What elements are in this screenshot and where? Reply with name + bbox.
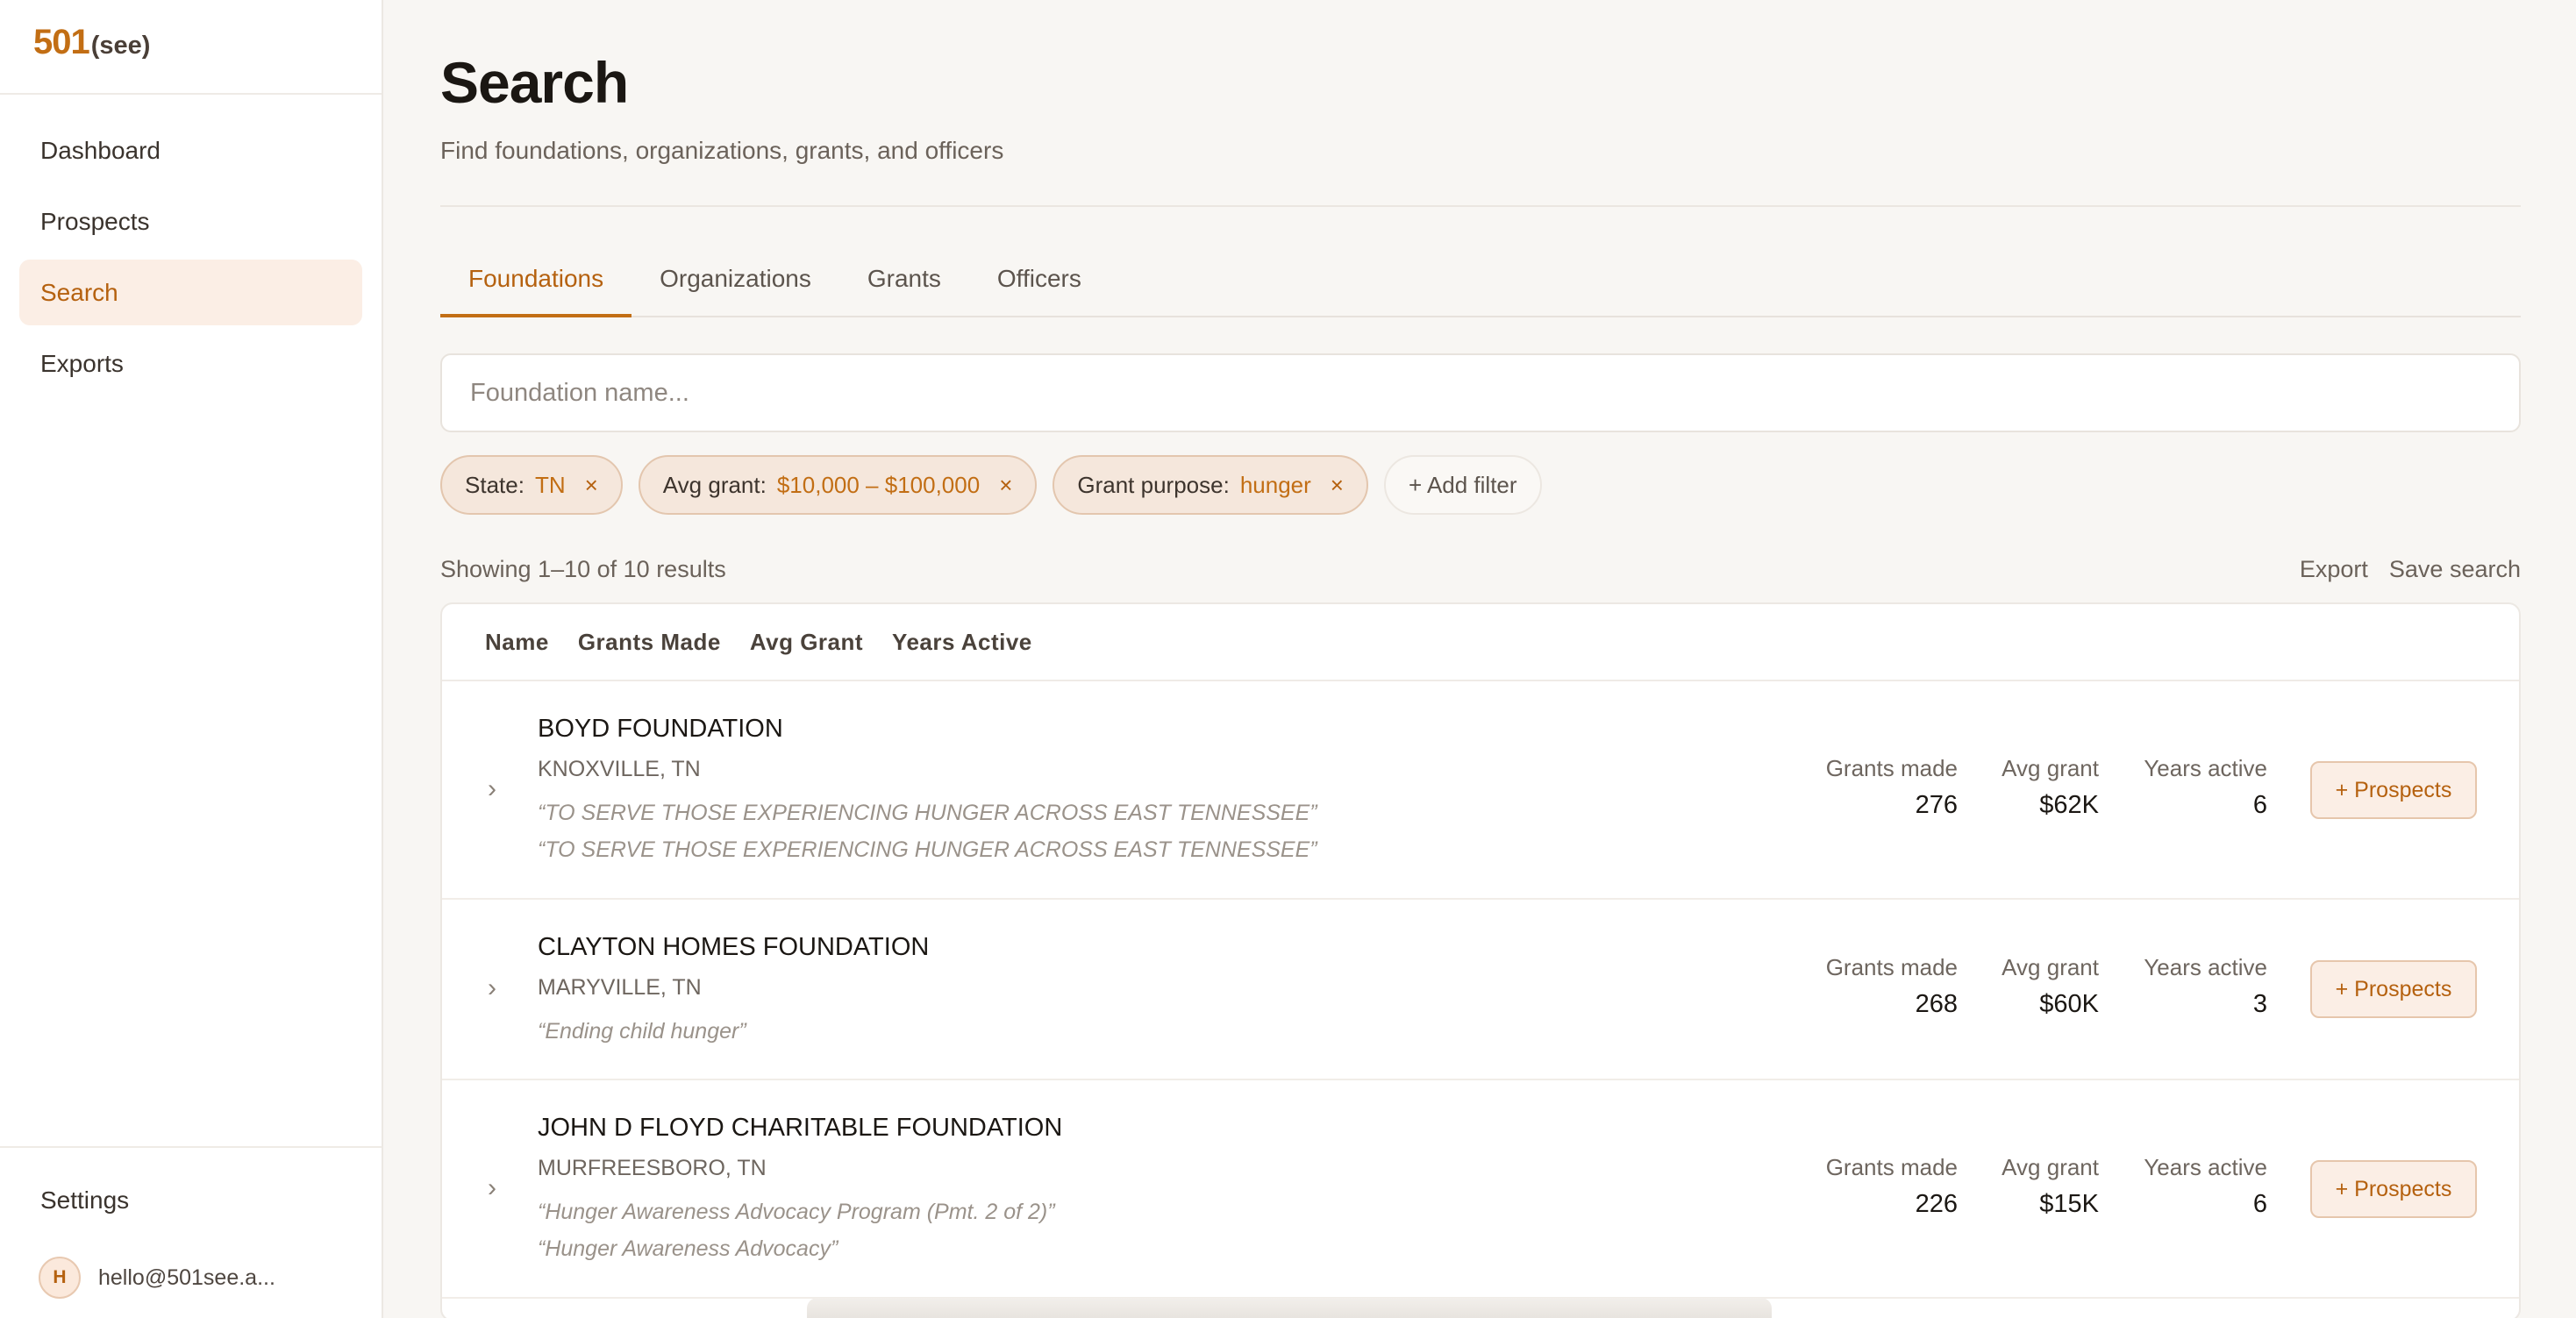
column-header-years-active[interactable]: Years Active bbox=[892, 629, 1032, 656]
tab-organizations[interactable]: Organizations bbox=[632, 253, 839, 316]
result-actions: Export Save search bbox=[2300, 556, 2521, 583]
close-icon[interactable]: × bbox=[999, 472, 1012, 499]
stat-grants-made: Grants made 226 bbox=[1826, 1154, 1958, 1219]
foundation-description: “TO SERVE THOSE EXPERIENCING HUNGER ACRO… bbox=[538, 801, 1317, 825]
column-header-grants-made[interactable]: Grants Made bbox=[578, 629, 721, 656]
tab-grants[interactable]: Grants bbox=[839, 253, 969, 316]
stat-avg-grant: Avg grant $60K bbox=[2002, 954, 2099, 1019]
sidebar-item-exports[interactable]: Exports bbox=[19, 331, 362, 396]
logo-number: 501 bbox=[33, 23, 90, 61]
stat-years-active: Years active 3 bbox=[2144, 954, 2267, 1019]
filter-chip-value: $10,000 – $100,000 bbox=[776, 471, 981, 498]
filter-chip-value: hunger bbox=[1239, 471, 1311, 498]
header-divider bbox=[440, 205, 2521, 207]
page-title: Search bbox=[440, 50, 629, 115]
add-to-prospects-button[interactable]: + Prospects bbox=[2310, 960, 2477, 1018]
table-header: Name Grants Made Avg Grant Years Active bbox=[442, 604, 2519, 681]
stat-grants-made: Grants made 268 bbox=[1826, 954, 1958, 1019]
sidebar-item-prospects[interactable]: Prospects bbox=[19, 189, 362, 254]
stat-label: Years active bbox=[2144, 755, 2267, 781]
table-row[interactable]: › CLAYTON HOMES FOUNDATION MARYVILLE, TN… bbox=[442, 900, 2519, 1080]
user-email: hello@501see.a... bbox=[98, 1265, 275, 1290]
filter-chip-state[interactable]: State: TN × bbox=[440, 455, 623, 515]
sidebar-item-search[interactable]: Search bbox=[19, 260, 362, 325]
foundation-description: “Ending child hunger” bbox=[538, 1019, 746, 1044]
column-header-name[interactable]: Name bbox=[485, 629, 549, 656]
save-search-button[interactable]: Save search bbox=[2389, 556, 2521, 583]
foundation-location: MURFREESBORO, TN bbox=[538, 1156, 767, 1180]
chevron-right-icon[interactable]: › bbox=[488, 774, 496, 804]
foundation-name[interactable]: BOYD FOUNDATION bbox=[538, 715, 783, 744]
results-table: Name Grants Made Avg Grant Years Active … bbox=[440, 602, 2521, 1318]
filter-chip-avg-grant[interactable]: Avg grant: $10,000 – $100,000 × bbox=[638, 455, 1038, 515]
filter-chip-value: TN bbox=[534, 471, 566, 498]
stat-label: Avg grant bbox=[2002, 755, 2099, 781]
stat-label: Grants made bbox=[1825, 954, 1958, 980]
filter-chip-grant-purpose[interactable]: Grant purpose: hunger × bbox=[1053, 455, 1368, 515]
stat-years-active: Years active 6 bbox=[2144, 1154, 2267, 1219]
foundation-description: “TO SERVE THOSE EXPERIENCING HUNGER ACRO… bbox=[538, 837, 1317, 862]
stat-avg-grant: Avg grant $15K bbox=[2002, 1154, 2099, 1219]
column-header-avg-grant[interactable]: Avg Grant bbox=[750, 629, 863, 656]
stat-value: $62K bbox=[2039, 791, 2099, 819]
stat-value: $15K bbox=[2039, 1190, 2099, 1218]
scroll-shadow bbox=[807, 1298, 1772, 1318]
add-to-prospects-button[interactable]: + Prospects bbox=[2310, 1160, 2477, 1218]
logo[interactable]: 501 (see) bbox=[0, 0, 382, 95]
stat-label: Grants made bbox=[1825, 755, 1958, 781]
stat-label: Years active bbox=[2144, 1154, 2267, 1180]
table-row[interactable]: › BOYD FOUNDATION KNOXVILLE, TN “TO SERV… bbox=[442, 681, 2519, 900]
stat-label: Grants made bbox=[1825, 1154, 1958, 1180]
stat-value: 226 bbox=[1915, 1190, 1958, 1218]
stat-value: 6 bbox=[2252, 1190, 2267, 1218]
stat-value: 3 bbox=[2252, 990, 2267, 1018]
foundation-description: “Hunger Awareness Advocacy Program (Pmt.… bbox=[538, 1200, 1055, 1224]
sidebar-item-settings[interactable]: Settings bbox=[40, 1186, 129, 1215]
logo-see: (see) bbox=[90, 32, 151, 60]
filter-chip-label: State: bbox=[465, 471, 524, 498]
stat-years-active: Years active 6 bbox=[2144, 755, 2267, 820]
stat-label: Years active bbox=[2144, 954, 2267, 980]
chevron-right-icon[interactable]: › bbox=[488, 973, 496, 1003]
foundation-name[interactable]: CLAYTON HOMES FOUNDATION bbox=[538, 933, 929, 962]
foundation-search-input[interactable] bbox=[440, 353, 2521, 432]
sidebar-nav: Dashboard Prospects Search Exports bbox=[0, 95, 382, 396]
tab-bar: Foundations Organizations Grants Officer… bbox=[440, 253, 2521, 317]
stat-value: 268 bbox=[1915, 990, 1958, 1018]
sidebar-bottom: Settings H hello@501see.a... bbox=[0, 1146, 382, 1318]
tab-foundations[interactable]: Foundations bbox=[440, 253, 632, 317]
tab-officers[interactable]: Officers bbox=[969, 253, 1110, 316]
user-menu[interactable]: H hello@501see.a... bbox=[39, 1257, 275, 1299]
foundation-location: KNOXVILLE, TN bbox=[538, 757, 701, 781]
chevron-right-icon[interactable]: › bbox=[488, 1173, 496, 1203]
foundation-name[interactable]: JOHN D FLOYD CHARITABLE FOUNDATION bbox=[538, 1114, 1062, 1143]
foundation-location: MARYVILLE, TN bbox=[538, 975, 702, 1000]
close-icon[interactable]: × bbox=[1331, 472, 1344, 499]
add-to-prospects-button[interactable]: + Prospects bbox=[2310, 761, 2477, 819]
filter-chip-label: Avg grant: bbox=[662, 471, 767, 498]
add-filter-button[interactable]: + Add filter bbox=[1383, 455, 1542, 515]
stat-label: Avg grant bbox=[2002, 954, 2099, 980]
stat-value: 6 bbox=[2252, 791, 2267, 819]
foundation-description: “Hunger Awareness Advocacy” bbox=[538, 1236, 838, 1261]
filter-chips: State: TN × Avg grant: $10,000 – $100,00… bbox=[440, 455, 1542, 515]
stat-value: 276 bbox=[1915, 791, 1958, 819]
stat-label: Avg grant bbox=[2002, 1154, 2099, 1180]
sidebar-item-dashboard[interactable]: Dashboard bbox=[19, 118, 362, 183]
stat-grants-made: Grants made 276 bbox=[1826, 755, 1958, 820]
filter-chip-label: Grant purpose: bbox=[1077, 471, 1230, 498]
stat-value: $60K bbox=[2039, 990, 2099, 1018]
close-icon[interactable]: × bbox=[585, 472, 598, 499]
results-count: Showing 1–10 of 10 results bbox=[440, 556, 726, 582]
sidebar: 501 (see) Dashboard Prospects Search Exp… bbox=[0, 0, 383, 1318]
stat-avg-grant: Avg grant $62K bbox=[2002, 755, 2099, 820]
export-button[interactable]: Export bbox=[2300, 556, 2368, 583]
avatar: H bbox=[39, 1257, 81, 1299]
table-row[interactable]: › JOHN D FLOYD CHARITABLE FOUNDATION MUR… bbox=[442, 1080, 2519, 1299]
page-subtitle: Find foundations, organizations, grants,… bbox=[440, 137, 1004, 164]
